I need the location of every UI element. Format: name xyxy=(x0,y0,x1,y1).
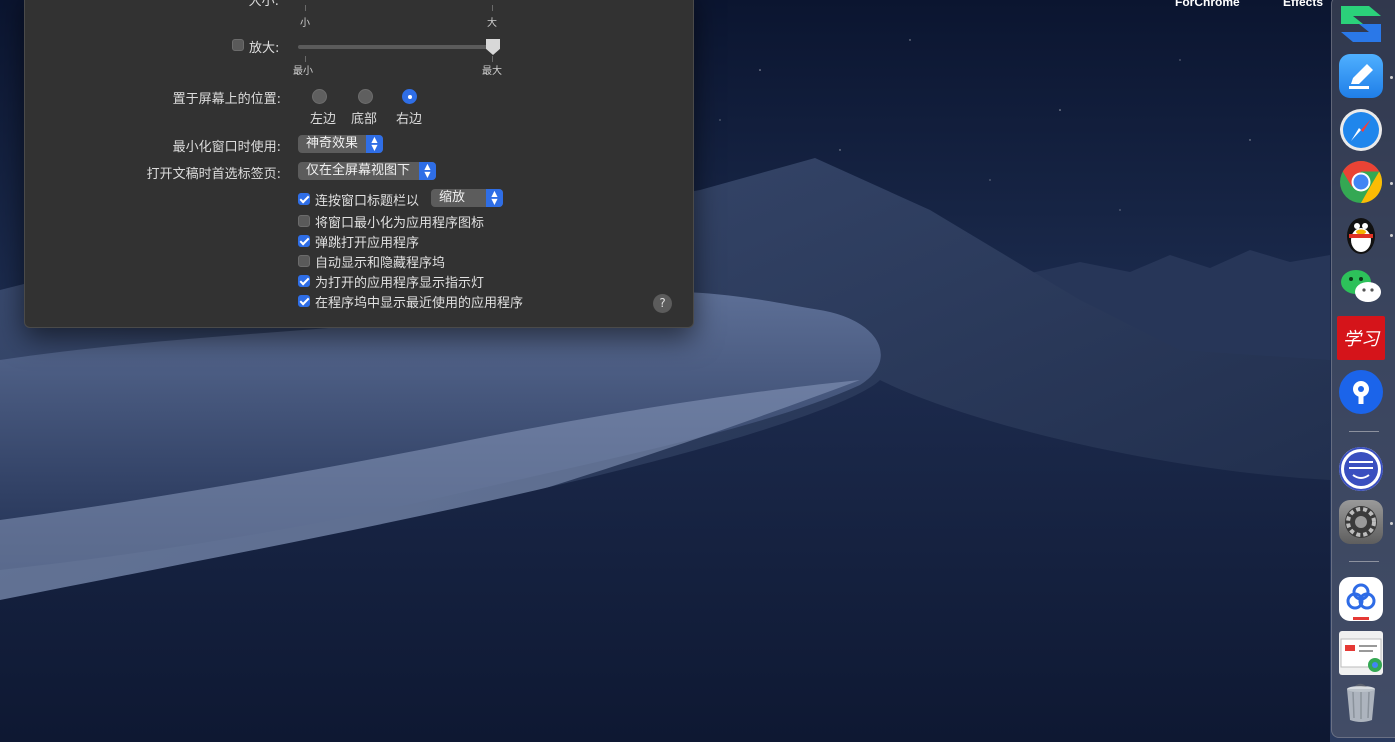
chrome-icon[interactable] xyxy=(1339,160,1383,204)
trash-icon[interactable] xyxy=(1339,680,1383,724)
tick-mark xyxy=(305,5,306,11)
app-s-icon[interactable] xyxy=(1339,2,1383,46)
minimize-into-app-checkbox[interactable] xyxy=(298,215,310,227)
size-min-label: 小 xyxy=(300,18,310,29)
position-bottom-label: 底部 xyxy=(350,112,377,127)
double-click-action-value: 缩放 xyxy=(439,190,466,205)
animate-opening-label: 弹跳打开应用程序 xyxy=(315,236,420,251)
prefer-tabs-popup[interactable]: 仅在全屏幕视图下 ▲ ▼ xyxy=(298,162,436,180)
keyhole-icon[interactable] xyxy=(1339,370,1383,414)
size-label: 大小: xyxy=(248,0,279,9)
dock-separator xyxy=(1349,561,1379,562)
desktop-icon-label[interactable]: Effects xyxy=(1283,0,1323,9)
xuexi-icon[interactable]: 学习 xyxy=(1337,316,1385,360)
running-indicator-dot xyxy=(1390,182,1393,185)
desktop-icon-label[interactable]: ForChrome xyxy=(1175,0,1240,9)
position-bottom-radio[interactable] xyxy=(358,89,373,104)
magnification-slider-knob[interactable] xyxy=(486,39,500,55)
size-max-label: 大 xyxy=(487,18,497,29)
autohide-dock-checkbox[interactable] xyxy=(298,255,310,267)
magnification-slider-track[interactable] xyxy=(298,45,498,49)
safari-icon[interactable] xyxy=(1339,108,1383,152)
baidu-netdisk-icon[interactable] xyxy=(1339,577,1383,621)
position-left-radio[interactable] xyxy=(312,89,327,104)
double-click-checkbox[interactable] xyxy=(298,193,310,205)
magnification-min-label: 最小 xyxy=(293,66,313,77)
prefer-tabs-label: 打开文稿时首选标签页: xyxy=(146,167,281,182)
magnification-checkbox[interactable] xyxy=(232,39,244,51)
qq-penguin-icon[interactable] xyxy=(1339,212,1383,256)
minimize-into-app-label: 将窗口最小化为应用程序图标 xyxy=(315,216,485,231)
prefer-tabs-value: 仅在全屏幕视图下 xyxy=(306,163,411,178)
minimize-effect-label: 最小化窗口时使用: xyxy=(172,140,281,155)
chrome-window-icon[interactable] xyxy=(1339,631,1383,675)
animate-opening-checkbox[interactable] xyxy=(298,235,310,247)
popup-arrows-icon: ▲ ▼ xyxy=(486,189,503,207)
position-left-label: 左边 xyxy=(309,112,336,127)
autohide-dock-label: 自动显示和隐藏程序坞 xyxy=(315,256,446,271)
tick-mark xyxy=(492,5,493,11)
robinhood-icon[interactable] xyxy=(1339,447,1383,491)
help-button[interactable]: ? xyxy=(653,294,672,313)
magnification-label: 放大: xyxy=(249,41,280,56)
position-right-radio[interactable] xyxy=(402,89,417,104)
minimize-effect-popup[interactable]: 神奇效果 ▲ ▼ xyxy=(298,135,383,153)
wechat-icon[interactable] xyxy=(1339,264,1383,308)
show-indicators-label: 为打开的应用程序显示指示灯 xyxy=(315,276,485,291)
show-recent-apps-checkbox[interactable] xyxy=(298,295,310,307)
double-click-label: 连按窗口标题栏以 xyxy=(315,194,420,209)
dock-preferences-window: 大小: 小 大 放大: 最小 最大 置于屏幕上的位置: 左边 底部 右边 最小化… xyxy=(24,0,694,328)
magnification-max-label: 最大 xyxy=(482,66,502,77)
running-indicator-dot xyxy=(1390,234,1393,237)
running-indicator-dot xyxy=(1390,76,1393,79)
show-indicators-checkbox[interactable] xyxy=(298,275,310,287)
position-label: 置于屏幕上的位置: xyxy=(172,92,281,107)
position-right-label: 右边 xyxy=(395,112,422,127)
notes-pen-icon[interactable] xyxy=(1339,54,1383,98)
popup-arrows-icon: ▲ ▼ xyxy=(419,162,436,180)
minimize-effect-value: 神奇效果 xyxy=(306,136,359,151)
show-recent-apps-label: 在程序坞中显示最近使用的应用程序 xyxy=(315,296,524,311)
popup-arrows-icon: ▲ ▼ xyxy=(366,135,383,153)
dock-separator xyxy=(1349,431,1379,432)
xuexi-icon-text: 学习 xyxy=(1343,329,1379,350)
running-indicator-dot xyxy=(1390,522,1393,525)
double-click-action-popup[interactable]: 缩放 ▲ ▼ xyxy=(431,189,503,207)
system-preferences-icon[interactable] xyxy=(1339,500,1383,544)
